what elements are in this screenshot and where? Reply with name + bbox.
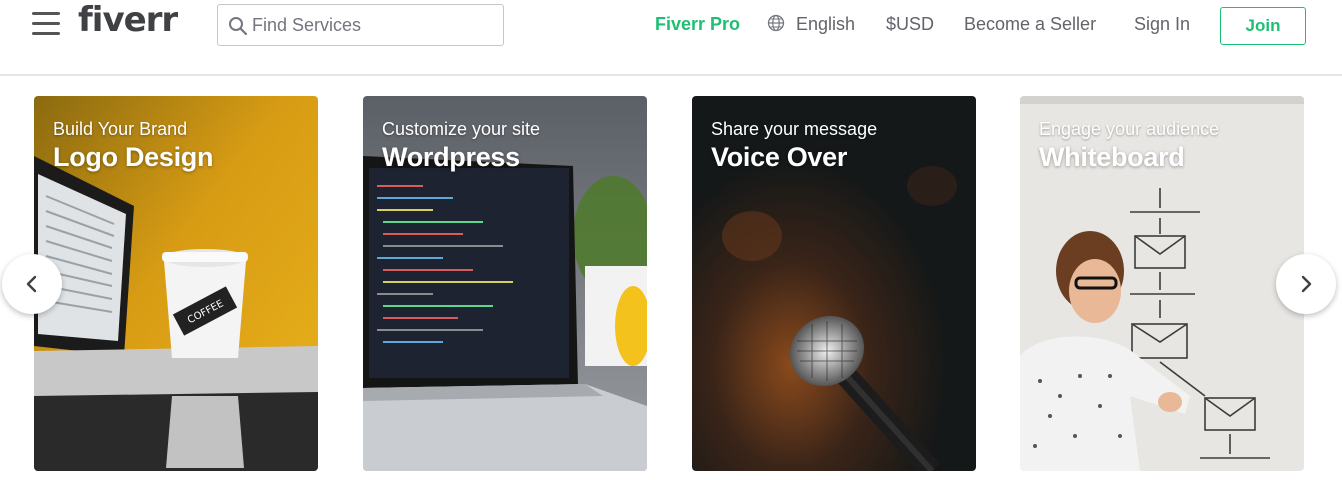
- card-subtitle: Engage your audience: [1039, 119, 1220, 139]
- chevron-left-icon: [26, 275, 37, 293]
- card-title: Logo Design: [53, 142, 214, 172]
- category-card-voice-over[interactable]: Share your message Voice Over: [692, 96, 976, 471]
- hamburger-menu-icon[interactable]: [32, 12, 60, 38]
- nav-fiverr-pro[interactable]: Fiverr Pro: [655, 14, 740, 35]
- card-subtitle: Share your message: [711, 119, 878, 139]
- card-title: Wordpress: [382, 142, 520, 172]
- category-card-wordpress[interactable]: Customize your site Wordpress: [363, 96, 647, 471]
- chevron-right-icon: [1301, 275, 1312, 293]
- card-title: Whiteboard: [1039, 142, 1185, 172]
- fiverr-logo[interactable]: fiverr: [78, 0, 178, 40]
- nav-currency[interactable]: $USD: [886, 14, 934, 35]
- carousel-next-button[interactable]: [1276, 254, 1336, 314]
- nav-sign-in[interactable]: Sign In: [1134, 14, 1190, 35]
- search-box[interactable]: [217, 4, 504, 46]
- nav-language[interactable]: English: [767, 14, 855, 35]
- globe-icon: [767, 14, 785, 32]
- join-button[interactable]: Join: [1220, 7, 1306, 45]
- search-icon: [229, 17, 248, 36]
- carousel-prev-button[interactable]: [2, 254, 62, 314]
- search-input[interactable]: [252, 11, 492, 39]
- site-header: fiverr Fiverr Pro English $USD Become a …: [0, 0, 1342, 76]
- category-card-whiteboard[interactable]: Engage your audience Whiteboard: [1020, 96, 1304, 471]
- card-subtitle: Build Your Brand: [53, 119, 188, 139]
- card-title: Voice Over: [711, 142, 848, 172]
- card-subtitle: Customize your site: [382, 119, 541, 139]
- nav-become-seller[interactable]: Become a Seller: [964, 14, 1096, 35]
- category-card-logo-design[interactable]: COFFEE Build Your Brand Logo Design: [34, 96, 318, 471]
- nav-language-label: English: [796, 14, 856, 34]
